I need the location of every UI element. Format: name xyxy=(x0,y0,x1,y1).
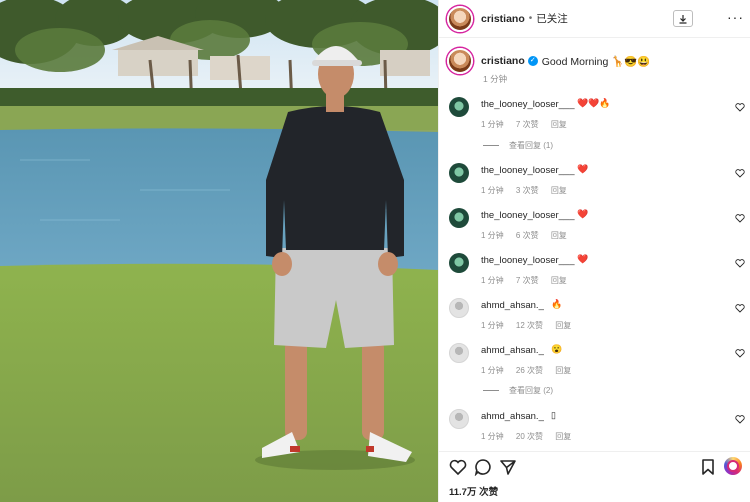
heart-icon[interactable] xyxy=(735,414,745,424)
comment-username[interactable]: the_looney_looser___ xyxy=(481,210,575,221)
comment-likes[interactable]: 6 次赞 xyxy=(516,231,539,240)
commenter-avatar[interactable] xyxy=(449,298,469,318)
comment-item: the_looney_looser___ ❤️ 1 分钟 3 次赞 回复 xyxy=(449,163,749,203)
comment-icon[interactable] xyxy=(474,458,492,476)
download-button[interactable] xyxy=(673,10,693,27)
likes-count[interactable]: 11.7万 次赞 xyxy=(449,484,498,498)
comment-time: 1 分钟 xyxy=(481,276,504,285)
comment-likes[interactable]: 3 次赞 xyxy=(516,186,539,195)
comment-meta: 1 分钟 26 次赞 回复 xyxy=(481,365,581,376)
comment-item: ahmd_ahsan._ 😮 1 分钟 26 次赞 回复 xyxy=(449,343,749,383)
comment-text: 😮 xyxy=(551,344,563,354)
author-username[interactable]: cristiano xyxy=(481,13,525,25)
caption-time: 1 分钟 xyxy=(483,74,508,84)
comment-reply-button[interactable]: 回复 xyxy=(551,186,567,195)
commenter-avatar[interactable] xyxy=(449,343,469,363)
heart-icon[interactable] xyxy=(449,458,467,476)
comment-likes[interactable]: 7 次赞 xyxy=(516,120,539,129)
comment-username[interactable]: ahmd_ahsan._ xyxy=(481,411,544,422)
heart-icon[interactable] xyxy=(735,258,745,268)
view-replies-button[interactable]: 查看回复 (1) xyxy=(483,140,553,151)
instagram-badge-icon[interactable] xyxy=(724,457,742,475)
comment-likes[interactable]: 7 次赞 xyxy=(516,276,539,285)
view-replies-button[interactable]: 查看回复 (2) xyxy=(483,385,553,396)
comment-meta: 1 分钟 7 次赞 回复 xyxy=(481,275,577,286)
post-side-panel: cristiano • 已关注 ··· cristiano ✓ Good Mor… xyxy=(438,0,750,502)
share-icon[interactable] xyxy=(499,458,517,476)
verified-badge-icon: ✓ xyxy=(527,56,538,66)
post-actions-bar: 11.7万 次赞 xyxy=(439,451,750,502)
comment-reply-button[interactable]: 回复 xyxy=(551,120,567,129)
comment-time: 1 分钟 xyxy=(481,321,504,330)
comment-reply-button[interactable]: 回复 xyxy=(555,321,571,330)
comment-meta: 1 分钟 12 次赞 回复 xyxy=(481,320,581,331)
comment-item: the_looney_looser___ ❤️❤️🔥 1 分钟 7 次赞 回复 xyxy=(449,97,749,137)
comment-item: ahmd_ahsan._ ▯ 1 分钟 20 次赞 回复 xyxy=(449,409,749,449)
comment-text: ❤️ xyxy=(577,164,589,174)
instagram-badge-inner xyxy=(727,460,739,472)
caption-username[interactable]: cristiano xyxy=(481,55,525,67)
comment-reply-button[interactable]: 回复 xyxy=(555,432,571,441)
comment-time: 1 分钟 xyxy=(481,120,504,129)
comment-text: ❤️❤️🔥 xyxy=(577,98,611,108)
more-options-icon[interactable]: ··· xyxy=(727,9,744,25)
commenter-avatar[interactable] xyxy=(449,97,469,117)
author-avatar[interactable] xyxy=(447,5,473,32)
comment-item: the_looney_looser___ ❤️ 1 分钟 6 次赞 回复 xyxy=(449,208,749,248)
comment-item: the_looney_looser___ ❤️ 1 分钟 7 次赞 回复 xyxy=(449,253,749,293)
comment-likes[interactable]: 26 次赞 xyxy=(516,366,543,375)
heart-icon[interactable] xyxy=(735,303,745,313)
comment-text: 🔥 xyxy=(551,299,563,309)
comment-time: 1 分钟 xyxy=(481,432,504,441)
caption-row: cristiano ✓ Good Morning 🦒😎😃 xyxy=(447,48,650,74)
comment-meta: 1 分钟 3 次赞 回复 xyxy=(481,185,577,196)
comment-text: ❤️ xyxy=(577,209,589,219)
heart-icon[interactable] xyxy=(735,348,745,358)
comment-reply-button[interactable]: 回复 xyxy=(551,276,567,285)
bookmark-icon[interactable] xyxy=(699,458,717,476)
comment-reply-button[interactable]: 回复 xyxy=(555,366,571,375)
comment-username[interactable]: ahmd_ahsan._ xyxy=(481,345,544,356)
commenter-avatar[interactable] xyxy=(449,208,469,228)
commenter-avatar[interactable] xyxy=(449,163,469,183)
comment-time: 1 分钟 xyxy=(481,186,504,195)
comment-likes[interactable]: 20 次赞 xyxy=(516,432,543,441)
post-photo[interactable] xyxy=(0,0,438,502)
replies-line xyxy=(483,145,499,146)
comment-time: 1 分钟 xyxy=(481,231,504,240)
heart-icon[interactable] xyxy=(735,102,745,112)
comment-username[interactable]: ahmd_ahsan._ xyxy=(481,300,544,311)
caption-text: Good Morning 🦒😎😃 xyxy=(541,55,651,68)
follow-status-button[interactable]: 已关注 xyxy=(536,11,568,26)
comment-username[interactable]: the_looney_looser___ xyxy=(481,99,575,110)
download-icon xyxy=(679,14,687,24)
commenter-avatar[interactable] xyxy=(449,409,469,429)
caption-avatar[interactable] xyxy=(447,48,473,74)
comment-meta: 1 分钟 6 次赞 回复 xyxy=(481,230,577,241)
comment-username[interactable]: the_looney_looser___ xyxy=(481,255,575,266)
commenter-avatar[interactable] xyxy=(449,253,469,273)
heart-icon[interactable] xyxy=(735,213,745,223)
comment-username[interactable]: the_looney_looser___ xyxy=(481,165,575,176)
comment-text: ▯ xyxy=(551,410,556,420)
comment-time: 1 分钟 xyxy=(481,366,504,375)
comment-text: ❤️ xyxy=(577,254,589,264)
comment-reply-button[interactable]: 回复 xyxy=(551,231,567,240)
comment-likes[interactable]: 12 次赞 xyxy=(516,321,543,330)
view-replies-label: 查看回复 (2) xyxy=(509,386,553,395)
post-header: cristiano • 已关注 ··· xyxy=(439,0,750,38)
post-image xyxy=(0,0,438,502)
comment-meta: 1 分钟 20 次赞 回复 xyxy=(481,431,581,442)
view-replies-label: 查看回复 (1) xyxy=(509,141,553,150)
comment-item: ahmd_ahsan._ 🔥 1 分钟 12 次赞 回复 xyxy=(449,298,749,338)
replies-line xyxy=(483,390,499,391)
header-separator: • xyxy=(528,13,533,24)
heart-icon[interactable] xyxy=(735,168,745,178)
comment-meta: 1 分钟 7 次赞 回复 xyxy=(481,119,577,130)
